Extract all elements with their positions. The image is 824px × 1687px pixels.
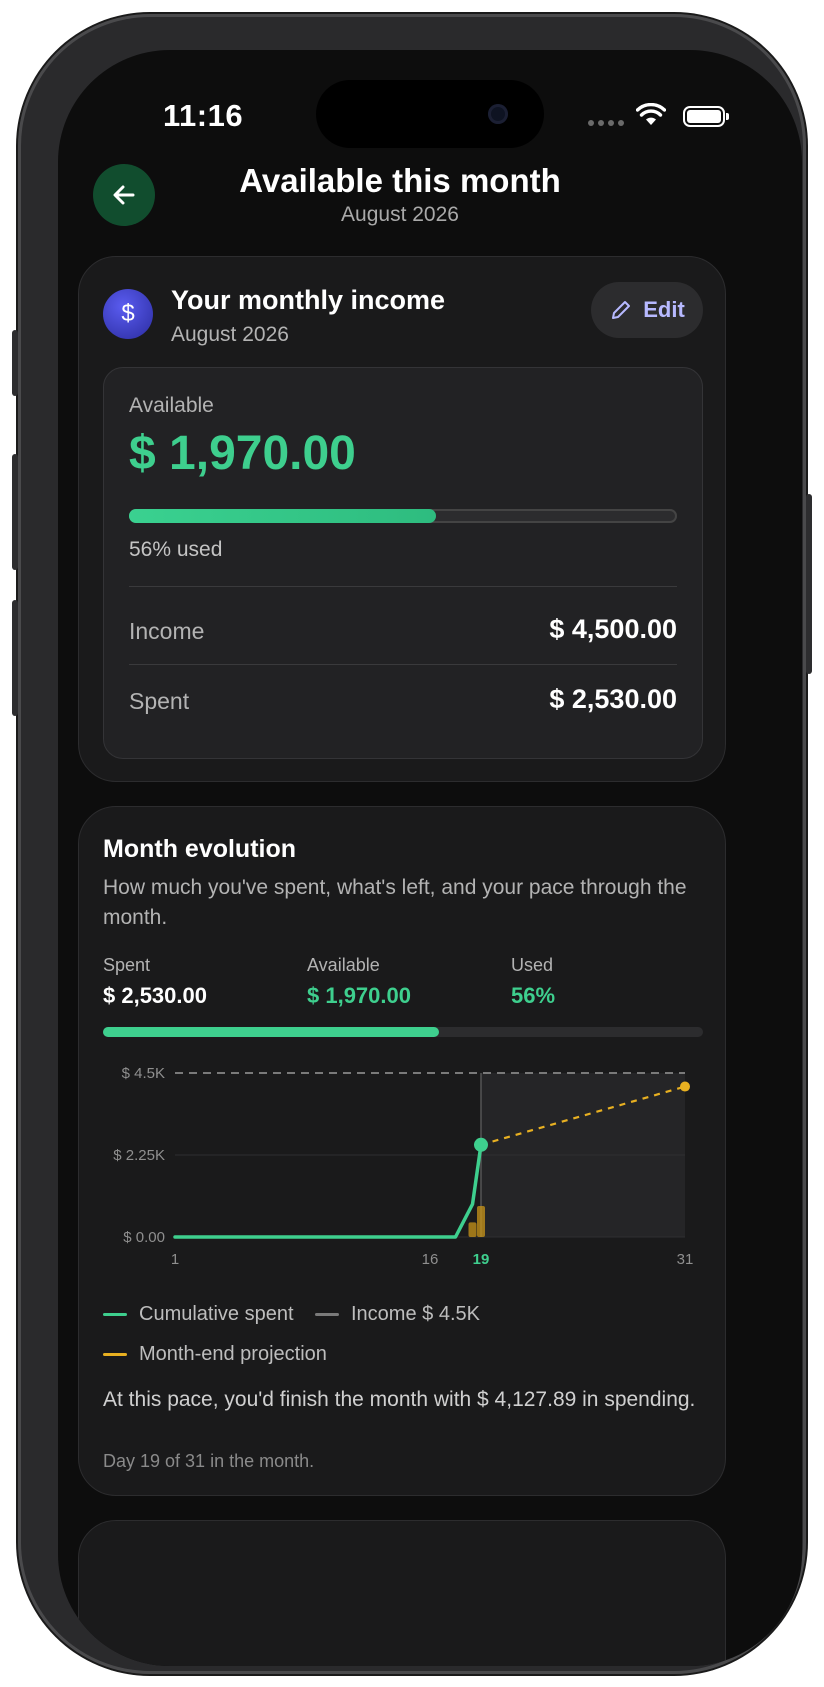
month-evolution-card: Month evolution How much you've spent, w… — [78, 806, 726, 1496]
status-bar: 11:16 — [58, 50, 802, 170]
available-panel: Available $ 1,970.00 56% used Income $ 4… — [103, 367, 703, 759]
cellular-signal-icon — [588, 120, 624, 126]
legend-swatch — [103, 1353, 127, 1356]
dynamic-island — [316, 80, 544, 148]
usage-progress-fill — [129, 509, 436, 523]
volume-down-button — [12, 600, 18, 716]
projection-end-point — [680, 1081, 690, 1092]
screen: 11:16 Available this month August 2026 $… — [58, 50, 802, 1666]
stat-spent-value: $ 2,530.00 — [103, 983, 207, 1008]
used-progress-bar — [103, 1027, 703, 1037]
current-spent-point — [474, 1137, 488, 1152]
stat-available-label: Available — [307, 955, 380, 975]
camera-icon — [488, 104, 508, 124]
dollar-icon: $ — [103, 289, 153, 339]
stat-used-label: Used — [511, 955, 554, 975]
legend-label: Cumulative spent — [139, 1303, 294, 1325]
daily-spending-bar — [477, 1206, 485, 1237]
page-title: Available this month — [239, 162, 561, 199]
phone-frame: 11:16 Available this month August 2026 $… — [12, 14, 812, 1674]
daily-spending-bar — [468, 1222, 477, 1237]
spent-value: $ 2,530.00 — [549, 684, 677, 714]
y-tick-label: $ 2.25K — [113, 1147, 165, 1164]
used-progress-fill — [103, 1027, 439, 1037]
legend-item-income: Income $ 4.5K — [315, 1303, 480, 1326]
used-percent-text: 56% used — [129, 538, 223, 561]
legend-swatch — [315, 1313, 339, 1316]
divider — [129, 586, 677, 587]
y-tick-label: $ 4.5K — [122, 1065, 165, 1082]
month-evolution-chart: $ 0.00 $ 2.25K $ 4.5K 1 16 19 31 — [113, 1065, 694, 1268]
legend-swatch — [103, 1313, 127, 1316]
day-progress-text: Day 19 of 31 in the month. — [103, 1451, 315, 1471]
income-card: $ Your monthly income August 2026 Edit A… — [78, 256, 726, 782]
legend-item-spent: Cumulative spent — [103, 1303, 294, 1326]
legend-label: Month-end projection — [139, 1343, 327, 1365]
stat-used-value: 56% — [511, 983, 556, 1008]
legend-label: Income $ 4.5K — [351, 1303, 480, 1325]
spent-label: Spent — [129, 688, 190, 714]
available-amount: $ 1,970.00 — [129, 427, 356, 480]
evolution-title: Month evolution — [103, 835, 297, 863]
income-value: $ 4,500.00 — [549, 614, 677, 644]
income-card-subtitle: August 2026 — [171, 323, 289, 346]
stat-spent-label: Spent — [103, 955, 151, 975]
battery-icon — [683, 106, 729, 127]
volume-up-button — [12, 454, 18, 570]
evolution-description: How much you've spent, what's left, and … — [103, 876, 687, 929]
wifi-icon — [636, 103, 666, 125]
edit-button[interactable]: Edit — [591, 282, 703, 338]
cumulative-spent-line — [173, 1143, 483, 1239]
legend-item-projection: Month-end projection — [103, 1343, 327, 1366]
x-tick-label: 19 — [473, 1251, 490, 1268]
x-tick-label: 16 — [422, 1251, 439, 1268]
edit-label: Edit — [643, 297, 685, 322]
page-subtitle: August 2026 — [341, 203, 459, 226]
next-card — [78, 1520, 726, 1666]
income-label: Income — [129, 618, 205, 644]
x-tick-label: 1 — [171, 1251, 179, 1268]
action-button — [12, 330, 18, 396]
usage-progress-bar — [129, 509, 677, 523]
x-tick-label: 31 — [677, 1251, 694, 1268]
status-time: 11:16 — [163, 98, 244, 133]
income-card-title: Your monthly income — [171, 285, 446, 315]
y-tick-label: $ 0.00 — [123, 1229, 165, 1246]
power-button — [806, 494, 812, 674]
stat-available-value: $ 1,970.00 — [307, 983, 411, 1008]
pace-text: At this pace, you'd finish the month wit… — [103, 1388, 696, 1411]
divider — [129, 664, 677, 665]
pencil-icon — [612, 301, 631, 319]
available-label: Available — [129, 394, 214, 417]
